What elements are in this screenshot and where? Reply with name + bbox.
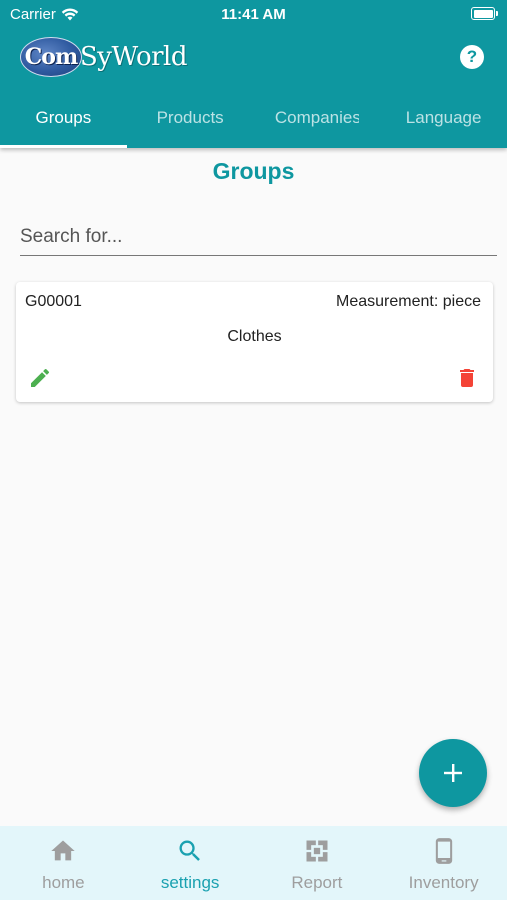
page-title: Groups [212,158,295,184]
edit-icon[interactable] [28,366,52,390]
report-icon [306,840,328,862]
home-icon [51,840,76,861]
nav-settings[interactable]: settings [127,826,254,900]
group-card[interactable]: G00001 Measurement: piece Clothes [16,282,493,402]
tab-companies[interactable]: Companies [254,88,381,148]
logo-text-syworld: SyWorld [80,42,188,72]
help-button[interactable]: ? [460,45,484,69]
nav-settings-label: settings [160,873,220,892]
nav-report-label: Report [291,873,343,892]
logo-text-com: Com [24,44,78,70]
phone-icon [435,838,452,864]
plus-icon [444,764,462,782]
tab-products[interactable]: Products [127,88,254,148]
logo-globe-icon: Com [20,37,82,77]
group-code: G00001 [25,293,82,310]
tab-groups[interactable]: Groups [0,88,127,148]
status-bar: Carrier 11:41 AM [0,0,507,28]
search-icon [179,840,201,861]
nav-inventory-label: Inventory [408,873,479,892]
top-tab-bar: Groups Products Companies Language [0,88,507,148]
app-header: Carrier 11:41 AM Com SyWorld ? Groups Pr… [0,0,507,148]
add-group-button[interactable] [419,739,487,807]
status-time: 11:41 AM [221,6,286,23]
nav-home[interactable]: home [0,826,127,900]
nav-home-label: home [42,873,85,892]
search-input[interactable] [20,218,497,255]
tab-language[interactable]: Language [380,88,507,148]
battery-icon [471,7,498,20]
app-logo: Com SyWorld [20,36,188,78]
bottom-navigation: home settings Report Inventory [0,826,507,900]
search-field[interactable] [20,218,497,256]
delete-icon[interactable] [455,366,479,390]
nav-inventory[interactable]: Inventory [380,826,507,900]
group-measurement: Measurement: piece [336,293,481,310]
group-name: Clothes [227,328,282,345]
nav-report[interactable]: Report [254,826,381,900]
help-icon: ? [466,47,478,66]
